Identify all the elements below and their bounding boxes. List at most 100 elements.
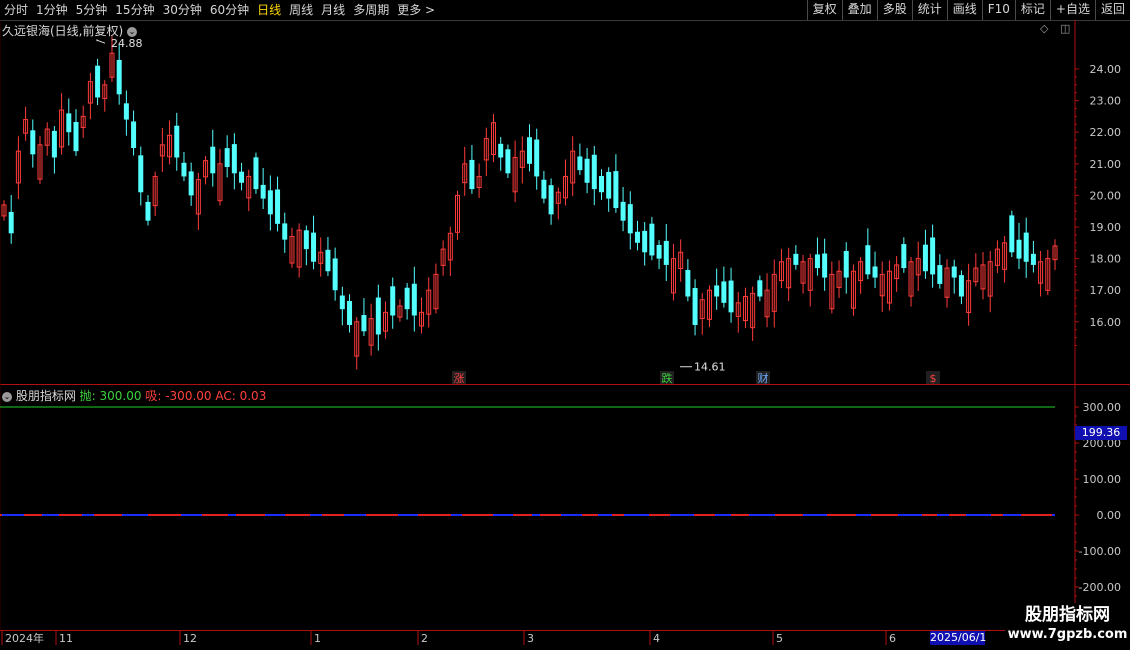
watermark-url: www.7gpzb.com: [1007, 627, 1128, 642]
candle-body-down: [937, 265, 943, 284]
candle-body-down: [1016, 239, 1022, 259]
candle-body-down: [822, 253, 828, 278]
candle-body-down: [231, 144, 237, 174]
indicator-name: 股朋指标网: [15, 389, 76, 403]
candle-body-down: [347, 300, 353, 325]
candle-body-down: [303, 230, 309, 250]
candle-body-down: [606, 171, 612, 199]
time-label-8: 6: [889, 632, 896, 645]
candle-body-down: [843, 250, 849, 278]
candle-body-down: [577, 156, 583, 171]
candle-body-down: [663, 240, 669, 265]
candle-body-down: [469, 159, 475, 190]
event-marker-1: 跌: [662, 371, 673, 385]
candle-body-down: [1030, 253, 1036, 265]
candle-body-down: [627, 204, 633, 234]
candle-body-down: [620, 201, 626, 221]
candle-body-down: [239, 171, 245, 183]
price-label: 23.00: [1090, 95, 1122, 108]
candle-body-down: [534, 139, 540, 177]
candle-body-down: [188, 171, 194, 196]
candle-body-down: [181, 162, 187, 177]
candle-body-down: [958, 275, 964, 297]
candle-body-down: [145, 201, 151, 221]
candle-body-down: [584, 158, 590, 183]
candle-body-down: [793, 253, 799, 265]
price-label: 21.00: [1090, 158, 1122, 171]
time-label-1: 11: [59, 632, 73, 645]
candle-body-down: [131, 121, 137, 148]
candle-body-down: [1009, 215, 1015, 253]
candle-body-down: [332, 258, 338, 291]
candle-body-down: [361, 315, 367, 332]
candle-body-down: [757, 280, 763, 297]
indicator-axis-label: -200.00: [1079, 581, 1121, 594]
candle-body-down: [116, 59, 122, 95]
candle-body-down: [649, 223, 655, 256]
time-axis: 2024年 11 12 1 2 3 4 5 6: [1, 631, 896, 645]
current-date-label: 2025/06/1: [930, 631, 987, 645]
indicator-current-value: 199.36: [1075, 426, 1127, 440]
low-price-label: 14.61: [694, 361, 726, 374]
candle-body-down: [598, 176, 604, 193]
event-marker-2: 财: [758, 371, 769, 385]
candle-body-down: [728, 280, 734, 313]
time-label-4: 2: [421, 632, 428, 645]
event-marker-3: $: [930, 372, 937, 385]
candle-body-down: [260, 184, 266, 199]
indicator-axis-label: 100.00: [1083, 473, 1122, 486]
high-price-label: 24.88: [111, 37, 143, 50]
candle-body-down: [865, 245, 871, 275]
candlestick-series: [1, 36, 1058, 370]
candle-body-down: [51, 130, 57, 158]
candle-body-down: [1023, 232, 1029, 262]
candle-body-down: [548, 185, 554, 215]
time-label-7: 5: [776, 632, 783, 645]
indicator-title: ⌄ 股朋指标网 抛: 300.00 吸: -300.00 AC: 0.03: [2, 387, 266, 404]
price-label: 16.00: [1090, 316, 1122, 329]
indicator-axis-label: -100.00: [1079, 545, 1121, 558]
candle-body-down: [224, 148, 230, 167]
candle-body-down: [66, 113, 72, 133]
watermark: 股朋指标网 www.7gpzb.com: [1005, 603, 1130, 650]
candle-body-down: [275, 189, 281, 224]
candle-body-down: [325, 249, 331, 272]
chevron-down-icon[interactable]: ⌄: [2, 391, 12, 402]
candle-body-down: [95, 65, 101, 98]
candle-body-down: [613, 171, 619, 209]
candle-body-down: [692, 288, 698, 325]
candle-body-down: [505, 149, 511, 174]
candle-body-down: [591, 154, 597, 190]
candle-body-down: [267, 190, 273, 215]
candle-body-down: [642, 230, 648, 253]
candle-body-down: [872, 266, 878, 278]
candle-body-down: [814, 254, 820, 269]
chart-frame: [0, 20, 1130, 631]
price-axis: 24.00 23.00 22.00 21.00 20.00 19.00 18.00 17.00…: [1075, 63, 1121, 346]
candle-body-down: [685, 269, 691, 297]
time-label-0: 2024年: [5, 631, 44, 645]
candle-body-down: [411, 283, 417, 316]
price-label: 20.00: [1090, 189, 1122, 202]
candle-body-down: [73, 122, 79, 152]
candle-body-down: [498, 143, 504, 158]
price-label: 19.00: [1090, 221, 1122, 234]
indicator-series: [0, 406, 1055, 516]
price-label: 24.00: [1090, 63, 1122, 76]
candle-body-down: [656, 244, 662, 259]
candle-body-down: [721, 281, 727, 303]
candle-body-down: [30, 130, 36, 155]
candle-body-down: [930, 237, 936, 275]
candle-body-down: [634, 231, 640, 243]
time-label-2: 12: [183, 632, 197, 645]
indicator-axis-label: 300.00: [1083, 401, 1122, 414]
chart-canvas: 24.0023.0022.0021.0020.0019.0018.0017.00…: [0, 20, 1130, 645]
candle-body-down: [210, 146, 216, 174]
indicator-axis-label: 0.00: [1097, 509, 1122, 522]
high-arrow: [96, 39, 106, 44]
candle-body-down: [527, 137, 532, 164]
candle-body-down: [390, 286, 396, 316]
candle-body-down: [8, 211, 14, 234]
indicator-sell-label: 抛: 300.00: [79, 389, 142, 403]
price-label: 17.00: [1090, 284, 1122, 297]
